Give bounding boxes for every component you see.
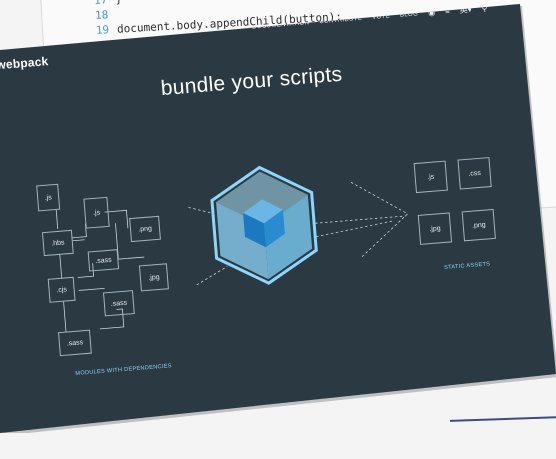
asset-box: .css [457,157,492,190]
asset-box: .png [461,208,496,242]
webpack-homepage-screenshot: webpack DOCUMENTATION CONTRIBUTE VOTE BL… [0,4,556,433]
code-line: 18 [94,8,109,22]
asset-box: .js [413,160,448,194]
code-line: 17} [93,0,123,7]
page-edge-line [449,416,556,422]
asset-box: .jpg [417,212,453,245]
